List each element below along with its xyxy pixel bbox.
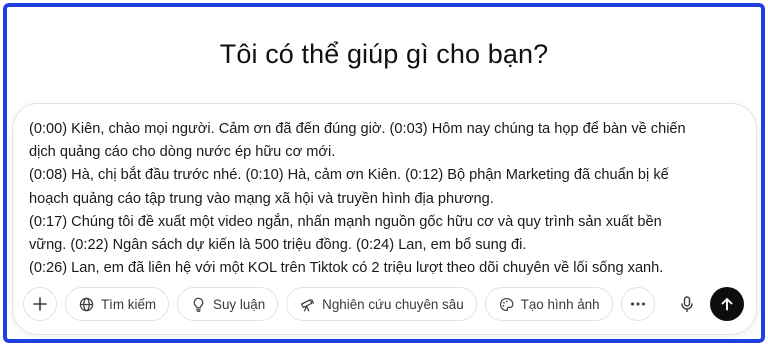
lightbulb-icon bbox=[193, 297, 204, 312]
prompt-input[interactable]: (0:00) Kiên, chào mọi người. Cảm ơn đã đ… bbox=[29, 118, 744, 278]
create-image-button[interactable]: Tạo hình ảnh bbox=[484, 287, 613, 321]
palette-icon bbox=[499, 297, 514, 311]
create-image-button-label: Tạo hình ảnh bbox=[520, 296, 600, 312]
prompt-line: vững. (0:22) Ngân sách dự kiến là 500 tr… bbox=[29, 237, 527, 254]
deep-research-button-label: Nghiên cứu chuyên sâu bbox=[322, 296, 464, 312]
send-button[interactable] bbox=[710, 287, 744, 321]
app-frame: Tôi có thể giúp gì cho bạn? (0:00) Kiên,… bbox=[3, 3, 765, 343]
page-title: Tôi có thể giúp gì cho bạn? bbox=[219, 39, 549, 69]
arrow-up-icon bbox=[721, 298, 733, 311]
prompt-line: hoạch quảng cáo tập trung vào mạng xã hộ… bbox=[29, 190, 494, 207]
prompt-line: (0:00) Kiên, chào mọi người. Cảm ơn đã đ… bbox=[29, 121, 686, 137]
voice-input-button[interactable] bbox=[670, 287, 704, 321]
plus-icon bbox=[33, 297, 47, 311]
reason-button-label: Suy luận bbox=[213, 296, 266, 312]
prompt-line: (0:08) Hà, chị bắt đầu trước nhé. (0:10)… bbox=[29, 167, 669, 184]
more-icon bbox=[630, 302, 645, 306]
search-button[interactable]: Tìm kiếm bbox=[65, 287, 170, 321]
search-button-label: Tìm kiếm bbox=[101, 296, 157, 312]
deep-research-button[interactable]: Nghiên cứu chuyên sâu bbox=[286, 287, 477, 321]
prompt-line: dịch quảng cáo cho dòng nước ép hữu cơ m… bbox=[29, 144, 336, 161]
add-attachment-button[interactable] bbox=[23, 287, 57, 321]
globe-icon bbox=[79, 297, 94, 311]
microphone-icon bbox=[681, 296, 693, 313]
prompt-composer[interactable]: (0:00) Kiên, chào mọi người. Cảm ơn đã đ… bbox=[12, 103, 757, 335]
telescope-icon bbox=[301, 298, 315, 311]
reason-button[interactable]: Suy luận bbox=[177, 287, 279, 321]
prompt-line: (0:17) Chúng tôi đề xuất một video ngắn,… bbox=[29, 213, 662, 230]
more-tools-button[interactable] bbox=[620, 287, 655, 321]
composer-toolbar: Tìm kiếm Suy luận Nghiên cứu chuyên sâu bbox=[23, 286, 744, 322]
